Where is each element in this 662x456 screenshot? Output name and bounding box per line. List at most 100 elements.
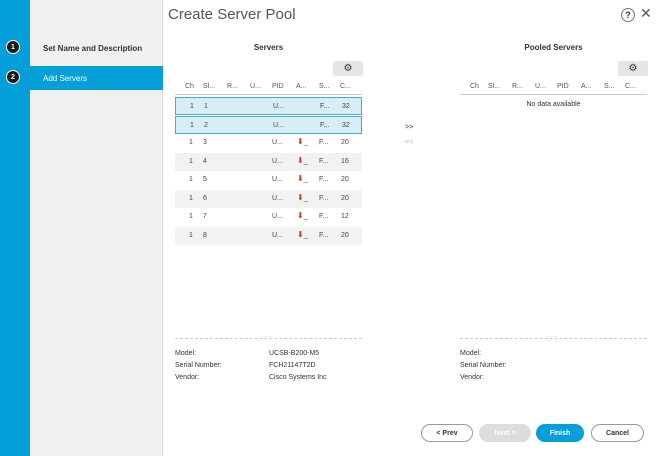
cell-cores: 32 <box>342 103 350 110</box>
cell-pid: U... <box>273 103 284 110</box>
cell-chassis: 1 <box>189 231 193 239</box>
pooled-detail-serial-label: Serial Number: <box>460 362 507 369</box>
pooled-settings-gear-icon[interactable]: ⚙ <box>618 61 648 76</box>
cell-assoc-status: ⬇_ <box>297 174 309 183</box>
servers-table-header: Ch Sl... R... U... PID A... S... C... <box>175 79 362 95</box>
col-chassis[interactable]: Ch <box>185 83 194 90</box>
cell-serial: F... <box>319 176 329 183</box>
cell-pid: U... <box>272 176 283 183</box>
detail-model-label: Model: <box>175 350 197 357</box>
pooled-splitter-handle[interactable]: .... <box>547 333 558 339</box>
cell-assoc-status: ⬇_ <box>297 137 309 146</box>
server-table-row[interactable]: 1 6 U... ⬇_ F... 20 <box>175 189 362 208</box>
cell-chassis: 1 <box>189 157 193 165</box>
cell-chassis: 1 <box>189 176 193 183</box>
cell-serial: F... <box>319 213 329 220</box>
detail-vendor-value: Cisco Systems Inc <box>269 374 327 381</box>
col-pid[interactable]: PID <box>557 83 569 90</box>
cell-assoc-status: ⬇_ <box>297 155 309 165</box>
cell-slot: 4 <box>203 157 207 165</box>
cell-chassis: 1 <box>189 194 193 202</box>
server-table-row[interactable]: 1 5 U... ⬇_ F... 20 <box>175 171 362 189</box>
col-pid[interactable]: PID <box>272 83 284 90</box>
col-assoc[interactable]: A... <box>296 83 307 90</box>
pooled-detail-model-label: Model: <box>460 350 482 357</box>
cell-slot: 8 <box>203 231 207 239</box>
next-button[interactable]: Next > <box>479 424 531 442</box>
server-table-row[interactable]: 1 7 U... ⬇_ F... 12 <box>175 208 362 226</box>
move-right-button[interactable]: >> <box>405 124 413 131</box>
col-rack[interactable]: R... <box>512 83 523 90</box>
detail-vendor-label: Vendor: <box>175 374 200 381</box>
servers-settings-gear-icon[interactable]: ⚙ <box>333 61 363 76</box>
server-table-row[interactable]: 1 1 U... F... 32 <box>175 97 362 115</box>
col-slot[interactable]: Sl... <box>488 83 500 90</box>
step-number-2: 2 <box>6 70 20 84</box>
col-chassis[interactable]: Ch <box>470 83 479 90</box>
step-number-1: 1 <box>6 40 20 54</box>
cell-assoc-status: ⬇_ <box>297 192 309 202</box>
col-serial[interactable]: S... <box>604 83 615 90</box>
step-add-servers[interactable]: 2 Add Servers <box>6 66 163 90</box>
cell-chassis: 1 <box>190 121 194 129</box>
cell-cores: 32 <box>342 121 350 129</box>
cell-pid: U... <box>272 213 283 220</box>
server-table-row[interactable]: 1 3 U... ⬇_ F... 20 <box>175 134 362 152</box>
help-icon[interactable]: ? <box>621 8 635 22</box>
prev-button[interactable]: < Prev <box>421 424 473 442</box>
detail-serial-label: Serial Number: <box>175 362 222 369</box>
cell-serial: F... <box>319 231 329 239</box>
server-table-row[interactable]: 1 8 U... ⬇_ F... 20 <box>175 226 362 245</box>
step-label-1: Set Name and Description <box>43 43 143 53</box>
close-icon[interactable]: ✕ <box>640 5 652 22</box>
pooled-panel-title: Pooled Servers <box>524 43 583 52</box>
finish-button[interactable]: Finish <box>536 424 584 442</box>
cell-serial: F... <box>319 157 329 165</box>
cell-pid: U... <box>272 157 283 165</box>
cell-pid: U... <box>272 231 283 239</box>
cell-cores: 12 <box>341 213 349 220</box>
col-serial[interactable]: S... <box>319 83 330 90</box>
cell-cores: 20 <box>341 176 349 183</box>
cell-cores: 20 <box>341 231 349 239</box>
move-left-button[interactable]: << <box>405 139 413 146</box>
cell-slot: 3 <box>203 139 207 146</box>
cell-pid: U... <box>272 139 283 146</box>
cell-serial: F... <box>320 121 330 129</box>
cell-assoc-status: ⬇_ <box>297 211 309 220</box>
server-table-row[interactable]: 1 4 U... ⬇_ F... 16 <box>175 152 362 171</box>
step-set-name[interactable]: 1 Set Name and Description <box>6 36 163 60</box>
cell-pid: U... <box>273 121 284 129</box>
cancel-button[interactable]: Cancel <box>591 424 644 442</box>
pooled-empty-message: No data available <box>526 101 581 108</box>
col-assoc[interactable]: A... <box>581 83 592 90</box>
servers-panel-title: Servers <box>253 43 284 52</box>
cell-cores: 20 <box>341 194 349 202</box>
cell-cores: 20 <box>341 139 349 146</box>
col-slot[interactable]: Sl... <box>203 83 215 90</box>
cell-slot: 2 <box>204 121 208 129</box>
pooled-detail-vendor-label: Vendor: <box>460 374 485 381</box>
col-cores[interactable]: C... <box>625 83 636 90</box>
cell-serial: F... <box>319 194 329 202</box>
cell-serial: F... <box>319 139 329 146</box>
cell-slot: 5 <box>203 176 207 183</box>
cell-chassis: 1 <box>190 103 194 110</box>
wizard-accent-bar <box>0 0 30 456</box>
wizard-step-nav: 1 Set Name and Description 2 Add Servers <box>6 0 163 456</box>
dialog-title: Create Server Pool <box>168 6 296 23</box>
cell-cores: 16 <box>341 157 349 165</box>
col-rack[interactable]: R... <box>227 83 238 90</box>
cell-slot: 7 <box>203 213 207 220</box>
cell-chassis: 1 <box>189 213 193 220</box>
servers-splitter-handle[interactable]: .... <box>262 333 273 339</box>
col-cores[interactable]: C... <box>340 83 351 90</box>
col-user-label[interactable]: U... <box>535 83 546 90</box>
cell-pid: U... <box>272 194 283 202</box>
detail-model-value: UCSB-B200-M5 <box>269 350 320 357</box>
cell-slot: 1 <box>204 103 208 110</box>
server-table-row[interactable]: 1 2 U... F... 32 <box>175 115 362 134</box>
pooled-table-header: Ch Sl... R... U... PID A... S... C... <box>460 79 647 95</box>
cell-chassis: 1 <box>189 139 193 146</box>
col-user-label[interactable]: U... <box>250 83 261 90</box>
